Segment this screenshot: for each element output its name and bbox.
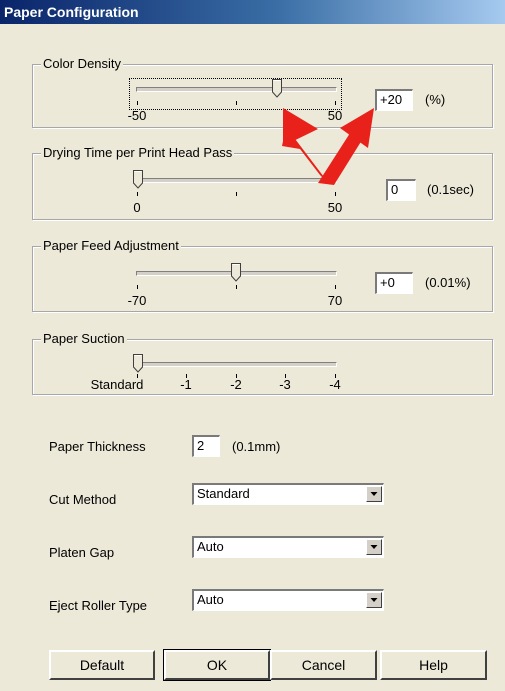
paper-suction-tick-label: -2 [230,377,242,392]
drying-time-tick [137,192,138,196]
color-density-tick [236,101,237,105]
paper-feed-tick [137,285,138,289]
cancel-button[interactable]: Cancel [270,650,377,680]
paper-feed-max-label: 70 [327,293,343,308]
eject-roller-value: Auto [197,592,224,607]
paper-suction-tick-label: -4 [329,377,341,392]
paper-thickness-label: Paper Thickness [49,439,146,454]
color-density-value-field[interactable]: +20 [375,89,413,111]
paper-suction-label: Paper Suction [41,331,127,347]
eject-roller-dropdown-button[interactable] [366,592,382,608]
paper-configuration-dialog: Paper Configuration Color Density -50 50… [0,0,505,691]
color-density-max-label: 50 [327,108,343,123]
color-density-group: Color Density -50 50 +20 (%) [32,56,493,128]
ok-button[interactable]: OK [163,649,271,681]
cut-method-dropdown-button[interactable] [366,486,382,502]
drying-time-group: Drying Time per Print Head Pass 0 50 0 (… [32,145,493,220]
default-button-label: Default [79,657,125,673]
eject-roller-select[interactable]: Auto [192,589,384,611]
paper-feed-slider-thumb[interactable] [231,263,241,282]
chevron-down-icon [370,492,378,496]
platen-gap-dropdown-button[interactable] [366,539,382,555]
paper-feed-group: Paper Feed Adjustment -70 70 +0 (0.01%) [32,238,493,312]
paper-suction-tick-label: Standard [90,377,144,392]
window-title: Paper Configuration [0,0,505,24]
color-density-tick [335,101,336,105]
paper-feed-unit: (0.01%) [425,275,471,290]
cancel-button-label: Cancel [301,657,346,673]
drying-time-label: Drying Time per Print Head Pass [41,145,235,161]
chevron-down-icon [370,545,378,549]
paper-thickness-unit: (0.1mm) [232,439,281,454]
cut-method-select[interactable]: Standard [192,483,384,505]
eject-roller-label: Eject Roller Type [49,598,148,613]
help-button[interactable]: Help [380,650,487,680]
drying-time-unit: (0.1sec) [427,182,474,197]
drying-time-value-field[interactable]: 0 [386,179,416,201]
drying-time-tick [236,192,237,196]
drying-time-track [136,178,337,183]
color-density-track [136,87,337,92]
paper-feed-tick [236,285,237,289]
ok-button-label: OK [206,657,228,673]
paper-suction-tick-label: -1 [180,377,192,392]
paper-suction-tick-label: -3 [279,377,291,392]
platen-gap-value: Auto [197,539,224,554]
color-density-tick [137,101,138,105]
cut-method-label: Cut Method [49,492,117,507]
default-button[interactable]: Default [49,650,155,680]
paper-feed-label: Paper Feed Adjustment [41,238,181,254]
cut-method-value: Standard [197,486,250,501]
paper-feed-value-field[interactable]: +0 [375,272,413,294]
color-density-label: Color Density [41,56,124,72]
chevron-down-icon [370,598,378,602]
help-button-label: Help [419,657,448,673]
platen-gap-select[interactable]: Auto [192,536,384,558]
color-density-focus-rect [129,78,342,110]
drying-time-min-label: 0 [133,200,141,215]
drying-time-max-label: 50 [327,200,343,215]
paper-suction-track [136,362,337,367]
drying-time-tick [335,192,336,196]
paper-feed-tick [335,285,336,289]
paper-feed-min-label: -70 [127,293,147,308]
paper-suction-slider-thumb[interactable] [133,354,143,373]
paper-suction-group: Paper Suction Standard -1 -2 -3 -4 [32,331,493,395]
platen-gap-label: Platen Gap [49,545,115,560]
color-density-slider-thumb[interactable] [272,79,282,98]
color-density-unit: (%) [425,92,446,107]
paper-thickness-field[interactable]: 2 [192,435,220,457]
color-density-min-label: -50 [127,108,147,123]
drying-time-slider-thumb[interactable] [133,170,143,189]
